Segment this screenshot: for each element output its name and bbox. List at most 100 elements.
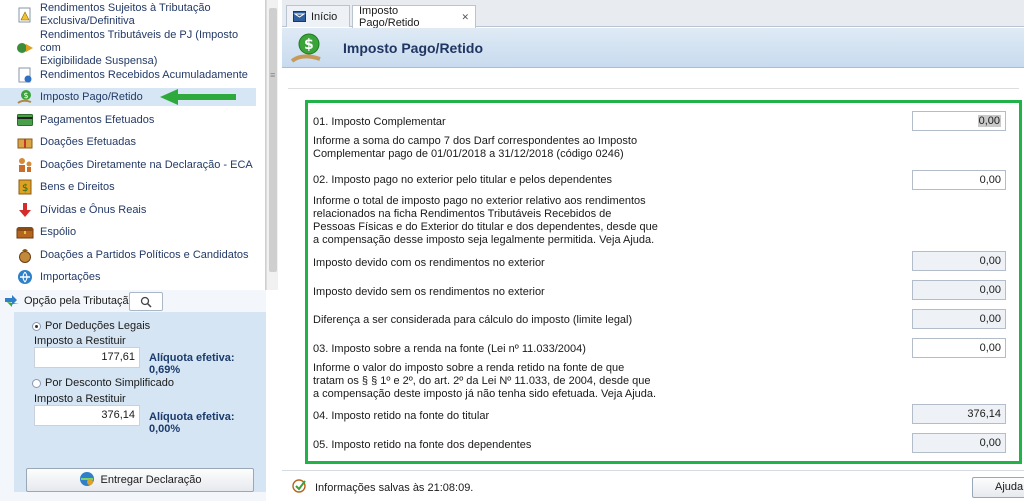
sidebar-item-label: Rendimentos Recebidos Acumuladamente: [40, 68, 248, 81]
svg-text:$: $: [304, 37, 314, 53]
sidebar-item-rendimentos-pj[interactable]: Rendimentos Tributáveis de PJ (Imposto c…: [0, 29, 256, 67]
sidebar-item-dividas[interactable]: Dívidas e Ônus Reais: [0, 201, 256, 219]
help-line: relacionados na ficha Rendimentos Tribut…: [313, 208, 612, 220]
globe-send-icon: [79, 471, 95, 490]
tab-bar: Início Imposto Pago/Retido ✕: [282, 0, 1024, 29]
search-icon: [140, 296, 152, 308]
simplificado-value: 376,14: [34, 405, 140, 426]
f01-help: Informe a soma do campo 7 dos Darf corre…: [313, 135, 673, 161]
entregar-label: Entregar Declaração: [100, 474, 202, 486]
sidebar-item-rendimentos-acumulados[interactable]: Rendimentos Recebidos Acumuladamente: [0, 66, 256, 84]
sidebar-item-label: Exclusiva/Definitiva: [40, 15, 135, 27]
imposto-restituir-label: Imposto a Restituir: [34, 393, 126, 405]
imposto-restituir-label: Imposto a Restituir: [34, 335, 126, 347]
ajuda-button[interactable]: Ajuda: [972, 477, 1024, 498]
f05-value: 0,00: [912, 433, 1006, 453]
f01-label: 01. Imposto Complementar: [313, 116, 446, 128]
sidebar-item-label: Doações Efetuadas: [40, 135, 137, 148]
entregar-declaracao-button[interactable]: Entregar Declaração: [26, 468, 254, 492]
sidebar-item-label: Bens e Direitos: [40, 180, 115, 193]
card-icon: [16, 111, 34, 129]
sidebar-item-label: Doações Diretamente na Declaração - ECA: [40, 158, 253, 171]
devido-sem-value: 0,00: [912, 280, 1006, 300]
sidebar-item-pagamentos[interactable]: Pagamentos Efetuados: [0, 111, 256, 129]
radio-deducoes-legais[interactable]: Por Deduções Legais: [32, 320, 150, 332]
sidebar-item-label: Importações: [40, 270, 101, 283]
main-panel: Início Imposto Pago/Retido ✕ $ Imposto P…: [282, 0, 1024, 501]
sidebar-item-label: Imposto Pago/Retido: [40, 90, 143, 103]
f04-value: 376,14: [912, 404, 1006, 424]
sidebar-item-doacoes[interactable]: Doações Efetuadas: [0, 133, 256, 151]
bag-icon: [16, 246, 34, 264]
sidebar-item-rendimentos-exclusiva[interactable]: Rendimentos Sujeitos à Tributação Exclusi…: [0, 0, 256, 30]
sidebar-item-bens[interactable]: $ Bens e Direitos: [0, 178, 256, 196]
scrollbar-thumb[interactable]: [269, 8, 277, 272]
radio-desconto-simplificado[interactable]: Por Desconto Simplificado: [32, 377, 174, 389]
sidebar-item-label: Rendimentos Tributáveis de PJ (Imposto c…: [40, 28, 239, 54]
simplificado-aliquota: Alíquota efetiva: 0,00%: [149, 411, 235, 435]
devido-com-value: 0,00: [912, 251, 1006, 271]
f01-input[interactable]: 0,00: [912, 111, 1006, 131]
money-hand-icon: $: [16, 88, 34, 106]
diferenca-label: Diferença a ser considerada para cálculo…: [313, 314, 633, 326]
sidebar-item-label: Exigibilidade Suspensa): [40, 54, 158, 67]
f04-label: 04. Imposto retido na fonte do titular: [313, 410, 490, 422]
devido-com-label: Imposto devido com os rendimentos no ext…: [313, 257, 545, 269]
sidebar-item-doacoes-eca[interactable]: Doações Diretamente na Declaração - ECA: [0, 156, 256, 174]
chest-icon: [16, 223, 34, 241]
tab-imposto-pago[interactable]: Imposto Pago/Retido ✕: [352, 5, 476, 29]
down-arrow-icon: [16, 201, 34, 219]
sidebar-item-partidos[interactable]: Doações a Partidos Políticos e Candidato…: [0, 246, 256, 264]
help-line: a compensação deste imposto já não tenha…: [313, 388, 657, 400]
money-hand-icon: $: [290, 31, 324, 68]
help-line: Informe o valor do imposto sobre a renda…: [313, 362, 625, 374]
check-icon: [292, 479, 310, 496]
dollar-doc-icon: $: [16, 178, 34, 196]
help-line: Pessoas Físicas e do Exterior do titular…: [313, 221, 658, 233]
exchange-icon: [16, 39, 34, 57]
f03-input[interactable]: 0,00: [912, 338, 1006, 358]
sidebar-item-label: Dívidas e Ônus Reais: [40, 203, 147, 216]
sidebar-item-label: Doações a Partidos Políticos e Candidato…: [40, 248, 249, 261]
sidebar-item-espolio[interactable]: Espólio: [0, 223, 256, 241]
radio-selected-icon: [32, 321, 41, 331]
tab-label: Imposto Pago/Retido: [359, 5, 420, 29]
sidebar-nav: Rendimentos Sujeitos à Tributação Exclusi…: [0, 0, 266, 290]
f05-label: 05. Imposto retido na fonte dos dependen…: [313, 439, 532, 451]
svg-text:$: $: [24, 91, 29, 100]
devido-sem-label: Imposto devido sem os rendimentos no ext…: [313, 286, 545, 298]
diferenca-value: 0,00: [912, 309, 1006, 329]
gift-icon: [16, 133, 34, 151]
sidebar-item-label: Pagamentos Efetuados: [40, 113, 155, 126]
opcao-title: Opção pela Tributação:: [24, 295, 138, 307]
f03-label: 03. Imposto sobre a renda na fonte (Lei …: [313, 343, 586, 355]
close-icon[interactable]: ✕: [461, 12, 469, 23]
sidebar-item-label: Rendimentos Sujeitos à Tributação: [40, 2, 211, 14]
scrollbar-grip-icon: ≡: [270, 70, 276, 80]
radio-label: Por Deduções Legais: [45, 320, 151, 332]
left-panel: Rendimentos Sujeitos à Tributação Exclusi…: [0, 0, 278, 501]
radio-label: Por Desconto Simplificado: [45, 377, 175, 389]
opcao-panel: Por Deduções Legais Imposto a Restituir …: [14, 312, 266, 492]
help-line: Informe a soma do campo 7 dos Darf corre…: [313, 135, 638, 147]
tab-label: Início: [311, 10, 338, 23]
warning-doc-icon: [16, 6, 34, 24]
status-text: Informações salvas às 21:08:09.: [315, 482, 474, 494]
import-icon: [16, 268, 34, 286]
status-bar: Informações salvas às 21:08:09. Ajuda: [282, 470, 1024, 501]
sidebar-scrollbar[interactable]: ≡: [266, 0, 278, 290]
help-line: Complementar pago de 01/01/2018 a 31/12/…: [313, 148, 624, 160]
f02-input[interactable]: 0,00: [912, 170, 1006, 190]
f02-label: 02. Imposto pago no exterior pelo titula…: [313, 174, 613, 186]
doc-icon: [16, 66, 34, 84]
page-title: Imposto Pago/Retido: [343, 40, 483, 56]
sidebar-item-importacoes[interactable]: Importações: [0, 268, 256, 286]
family-icon: [16, 156, 34, 174]
f01-value: 0,00: [977, 115, 1001, 127]
opcao-search-button[interactable]: [129, 292, 163, 311]
sidebar-item-label: Espólio: [40, 225, 77, 238]
tab-inicio[interactable]: Início: [286, 5, 350, 27]
green-arrow-annotation: [160, 89, 236, 105]
deducoes-aliquota: Alíquota efetiva: 0,69%: [149, 352, 235, 376]
app-window: Rendimentos Sujeitos à Tributação Exclusi…: [0, 0, 1024, 501]
